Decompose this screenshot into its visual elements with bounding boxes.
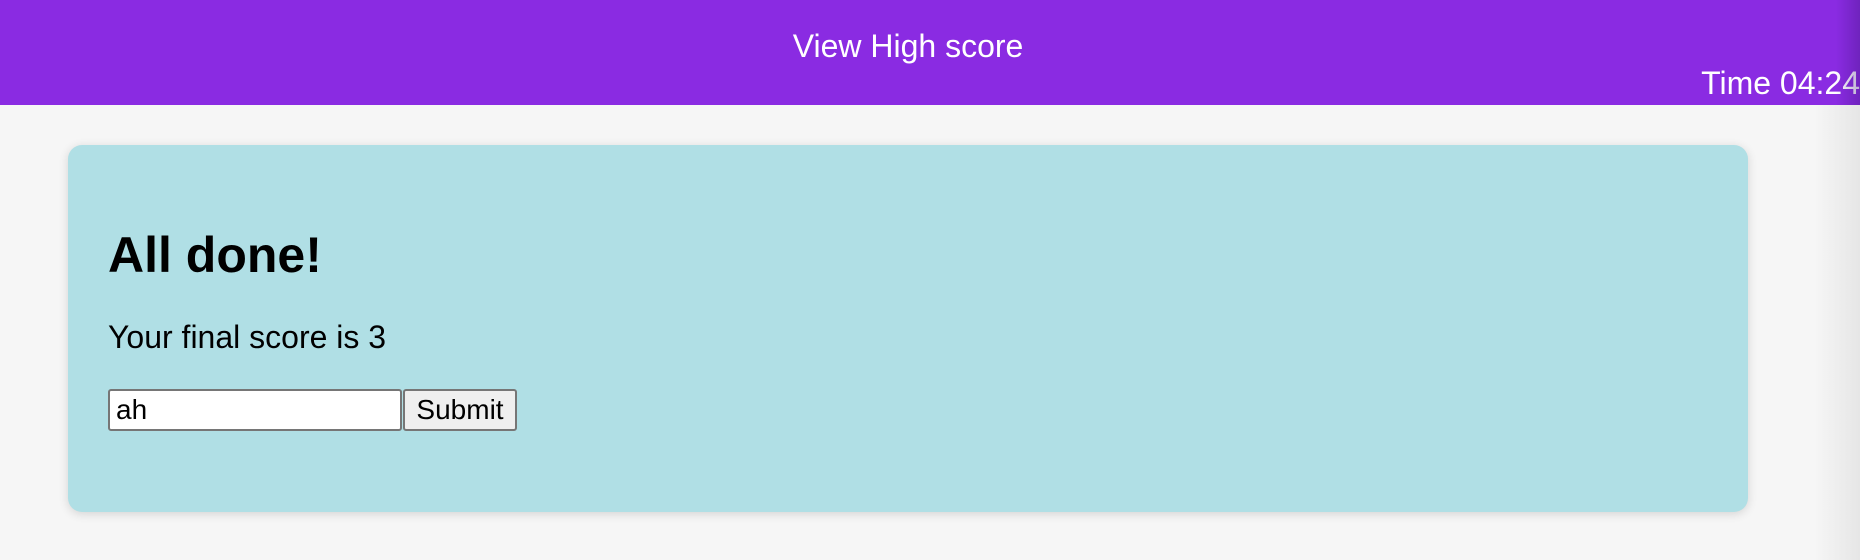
initials-input[interactable]: [108, 389, 402, 431]
page-edge-shadow: [1814, 105, 1860, 560]
initials-form: Submit: [108, 389, 517, 431]
results-title: All done!: [108, 227, 322, 283]
submit-button[interactable]: Submit: [403, 389, 517, 431]
final-score-text: Your final score is 3: [108, 319, 387, 355]
view-high-score-link[interactable]: View High score: [0, 26, 1816, 66]
results-card: All done! Your final score is 3 Submit: [68, 145, 1748, 512]
header-edge-shadow: [1836, 0, 1860, 105]
top-header: View High score Time 04:24: [0, 0, 1860, 105]
